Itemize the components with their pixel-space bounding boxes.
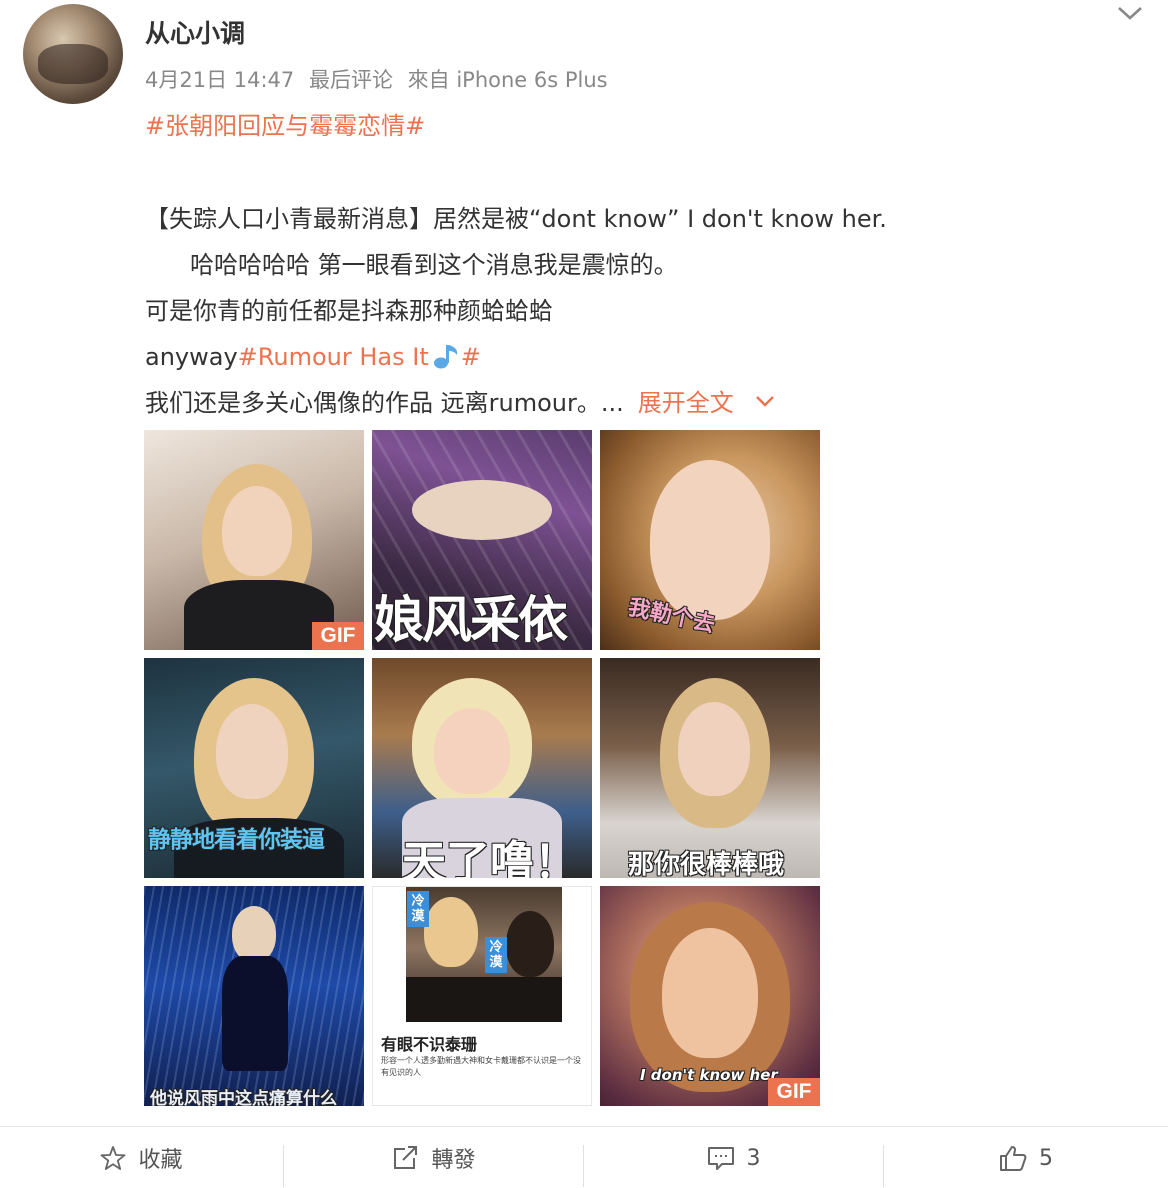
gif-badge: GIF [768,1078,820,1106]
content-text: 我们还是多关心偶像的作品 远离rumour。... [145,389,624,417]
expand-full-text-link[interactable]: 展开全文 [638,389,734,417]
comment-count: 3 [746,1145,761,1171]
post-source: 來自 iPhone 6s Plus [407,68,608,92]
music-note-icon [433,345,457,369]
content-text: anyway [145,343,238,371]
content-line: anyway#Rumour Has It # [145,334,1095,380]
image-thumbnail[interactable]: 那你很棒棒哦 [600,658,820,878]
content-line: 可是你青的前任都是抖森那种颜蛤蛤蛤 [145,297,553,325]
action-bar: 收藏 轉發 3 5 [0,1126,1168,1188]
image-thumbnail[interactable]: 我勒个去 [600,430,820,650]
content-line: 我们还是多关心偶像的作品 远离rumour。... 展开全文 [145,380,1095,426]
post-meta: 4月21日 14:47 最后评论 來自 iPhone 6s Plus [145,64,616,94]
gif-badge: GIF [312,622,364,650]
chevron-down-icon[interactable] [1116,2,1144,24]
image-caption: 天了噜！ [402,837,578,878]
star-icon [101,1146,126,1170]
post-date[interactable]: 4月21日 14:47 [145,68,294,92]
image-thumbnail[interactable]: GIF [144,430,364,650]
favorite-label: 收藏 [138,1148,183,1173]
rumour-has-it-tag[interactable]: #Rumour Has It [238,343,429,371]
avatar[interactable] [23,4,123,104]
cold-tag: 冷漠 [485,937,507,973]
last-comment-label: 最后评论 [308,68,393,92]
comment-icon [707,1147,734,1170]
username[interactable]: 从心小调 [145,14,245,50]
expand-chevron-icon[interactable] [754,393,776,409]
meme-photo [406,887,562,1022]
comment-button[interactable]: 3 [584,1127,883,1188]
image-caption: 静静地看着你装逼 [148,827,325,853]
image-thumbnail[interactable]: I don't know her GIF [600,886,820,1106]
image-thumbnail[interactable]: 静静地看着你装逼 [144,658,364,878]
image-caption: 娘风采依 [374,591,568,649]
repost-label: 轉發 [431,1148,476,1173]
cold-tag: 冷漠 [407,891,429,927]
image-grid: GIF 娘风采依 我勒个去 静静地看着你装逼 天了噜！ 那你很棒棒哦 他说风雨中… [144,430,820,1106]
meme-description: 形容一个人透多勤新遇大神和女卡戴珊都不认识是一个没有见识的人 [381,1056,581,1077]
image-thumbnail[interactable]: 娘风采依 [372,430,592,650]
topic-tag[interactable]: #张朝阳回应与霉霉恋情# [145,106,425,141]
content-line: 【失踪人口小青最新消息】居然是被“dont know” I don't know… [145,205,887,233]
like-count: 5 [1039,1145,1053,1171]
thumbs-up-icon [1000,1146,1027,1171]
image-thumbnail[interactable]: 他说风雨中这点痛算什么 [144,886,364,1106]
meme-title: 有眼不识泰珊 [381,1035,478,1054]
image-caption: I don't know her [640,1066,778,1084]
tag-hash[interactable]: # [461,343,481,371]
repost-button[interactable]: 轉發 [284,1127,583,1188]
image-thumbnail[interactable]: 天了噜！ [372,658,592,878]
share-icon [394,1146,418,1169]
favorite-button[interactable]: 收藏 [0,1127,283,1188]
image-caption: 他说风雨中这点痛算什么 [150,1089,337,1106]
like-button[interactable]: 5 [884,1127,1168,1188]
image-thumbnail[interactable]: 冷漠 冷漠 有眼不识泰珊 形容一个人透多勤新遇大神和女卡戴珊都不认识是一个没有见… [372,886,592,1106]
post-content: 【失踪人口小青最新消息】居然是被“dont know” I don't know… [145,196,1095,426]
image-caption: 那你很棒棒哦 [628,850,785,878]
content-line: 哈哈哈哈哈 第一眼看到这个消息我是震惊的。 [190,251,678,279]
